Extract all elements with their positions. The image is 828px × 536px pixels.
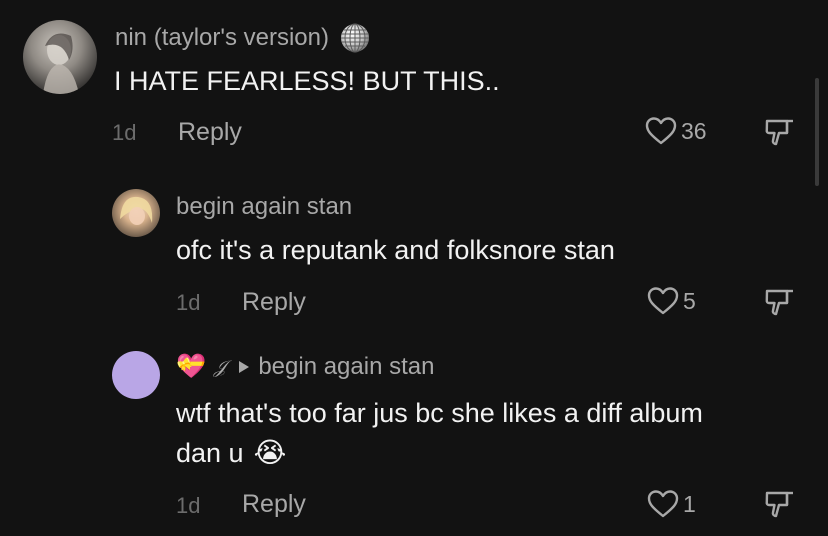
reply-button[interactable]: Reply <box>242 490 306 519</box>
comment-text: I HATE FEARLESS! BUT THIS.. <box>114 66 500 96</box>
comment-timestamp: 1d <box>176 493 201 518</box>
like-button[interactable]: 5 <box>647 286 696 316</box>
heart-icon <box>645 116 677 146</box>
like-button[interactable]: 36 <box>645 116 707 146</box>
reply-button[interactable]: Reply <box>178 118 242 147</box>
dislike-button[interactable] <box>763 489 795 519</box>
crying-face-emoji: 😭 <box>253 437 287 468</box>
scrollbar[interactable] <box>815 78 819 186</box>
play-arrow-icon <box>238 360 250 374</box>
dislike-button[interactable] <box>763 117 795 147</box>
comment-text: ofc it's a reputank and folksnore stan <box>176 235 615 265</box>
avatar[interactable] <box>112 189 160 237</box>
thumbs-down-icon <box>763 489 795 519</box>
comment-text-line: wtf that's too far jus bc she likes a di… <box>176 398 703 428</box>
comment-username[interactable]: begin again stan <box>176 193 352 221</box>
comment-text-line: dan u 😭 <box>176 433 703 473</box>
like-button[interactable]: 1 <box>647 489 696 519</box>
comment-username[interactable]: 𝒥 <box>214 357 226 378</box>
comment-text: wtf that's too far jus bc she likes a di… <box>176 393 703 473</box>
username-emoji: 💝 <box>176 353 206 380</box>
avatar[interactable] <box>23 20 97 94</box>
reply-to-username[interactable]: begin again stan <box>258 353 434 381</box>
avatar[interactable] <box>112 351 160 399</box>
dislike-button[interactable] <box>763 287 795 317</box>
comment-timestamp: 1d <box>176 290 201 315</box>
like-count: 36 <box>681 117 707 144</box>
thumbs-down-icon <box>763 117 795 147</box>
comment-username[interactable]: nin (taylor's version) <box>115 24 329 52</box>
heart-icon <box>647 489 679 519</box>
disco-ball-icon <box>339 22 371 54</box>
thumbs-down-icon <box>763 287 795 317</box>
heart-icon <box>647 286 679 316</box>
like-count: 5 <box>683 287 696 314</box>
reply-button[interactable]: Reply <box>242 288 306 317</box>
comment-timestamp: 1d <box>112 120 137 145</box>
comment-text-fragment: dan u <box>176 438 244 468</box>
like-count: 1 <box>683 490 696 517</box>
